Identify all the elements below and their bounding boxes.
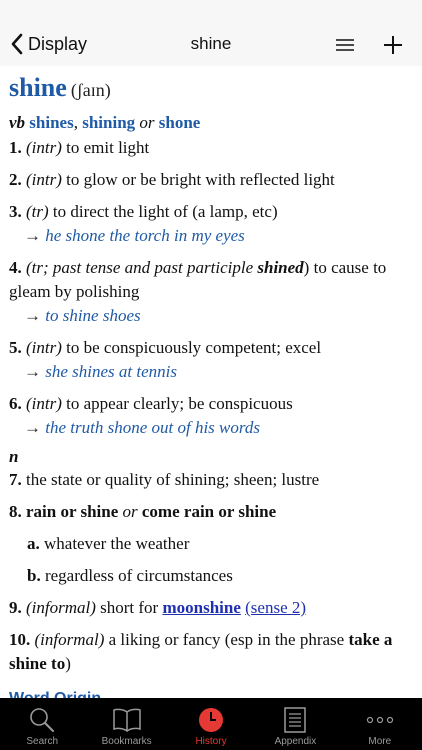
tab-appendix[interactable]: Appendix: [253, 698, 337, 750]
sense-number: 3.: [9, 202, 22, 221]
or-text: or: [122, 502, 138, 521]
noun-pos: n: [9, 447, 19, 466]
pronunciation: (ʃaɪn): [70, 80, 111, 100]
plus-icon: [384, 36, 402, 54]
document-icon: [284, 707, 307, 733]
search-icon: [30, 708, 55, 732]
example-text: he shone the torch in my eyes: [45, 226, 245, 245]
arrow-icon: →: [24, 418, 41, 437]
entry-head: shine (ʃaɪn): [9, 70, 413, 110]
sense-9: 9. (informal) short for moonshine (sense…: [9, 596, 413, 620]
sense-number: 10.: [9, 630, 31, 649]
sense-label: (intr): [26, 394, 62, 413]
sense-label: (tr): [26, 202, 49, 221]
sense-2-link[interactable]: (sense 2): [245, 598, 306, 617]
headword: shine: [9, 73, 67, 102]
book-icon: [112, 708, 141, 732]
arrow-icon: →: [24, 226, 41, 245]
example-text: she shines at tennis: [45, 362, 177, 381]
sense-number: 2.: [9, 170, 22, 189]
sense-text: to glow or be bright with reflected ligh…: [61, 170, 335, 189]
sub-sense-b: b. regardless of circumstances: [9, 564, 413, 588]
sub-sense-a: a. whatever the weather: [9, 532, 413, 556]
part-of-speech: vb: [9, 113, 26, 132]
example: → she shines at tennis: [9, 360, 413, 384]
chevron-left-icon: [11, 33, 23, 55]
phrase: rain or shine: [26, 502, 119, 521]
sense-label: (intr): [26, 338, 62, 357]
sense-1: 1. (intr) to emit light: [9, 136, 413, 160]
sense-text: to be conspicuously competent; excel: [61, 338, 322, 357]
clock-icon: [199, 708, 224, 732]
tab-bookmarks[interactable]: Bookmarks: [84, 698, 168, 750]
sense-label-bold: shined: [257, 258, 304, 277]
form-shone: shone: [158, 113, 201, 132]
add-button[interactable]: [378, 30, 408, 60]
tab-search[interactable]: Search: [0, 698, 84, 750]
example: → he shone the torch in my eyes: [9, 224, 413, 248]
sense-label: (informal): [34, 630, 105, 649]
list-icon: [336, 39, 354, 51]
menu-button[interactable]: [330, 30, 360, 60]
verb-forms: vb shines, shining or shone: [9, 112, 413, 134]
example-text: to shine shoes: [45, 306, 141, 325]
example: → the truth shone out of his words: [9, 416, 413, 440]
sense-number: 9.: [9, 598, 22, 617]
sense-5: 5. (intr) to be conspicuously competent;…: [9, 336, 413, 384]
form-shining: shining: [82, 113, 136, 132]
arrow-icon: →: [24, 306, 41, 325]
phrase: come rain or shine: [141, 502, 277, 521]
arrow-icon: →: [24, 362, 41, 381]
sense-6: 6. (intr) to appear clearly; be conspicu…: [9, 392, 413, 440]
sense-text: to emit light: [61, 138, 150, 157]
comma: ,: [73, 113, 78, 132]
tab-more[interactable]: More: [338, 698, 422, 750]
dictionary-entry: shine (ʃaɪn) vb shines, shining or shone …: [0, 66, 422, 698]
sense-4: 4. (tr; past tense and past participle s…: [9, 256, 413, 328]
tab-history[interactable]: History: [169, 698, 253, 750]
sub-sense-text: regardless of circumstances: [40, 566, 233, 585]
sense-text: to appear clearly; be conspicuous: [61, 394, 293, 413]
tab-label: Bookmarks: [101, 736, 152, 747]
or-text: or: [139, 113, 155, 132]
sense-number: 5.: [9, 338, 22, 357]
entry-content[interactable]: shine (ʃaɪn) vb shines, shining or shone …: [0, 66, 422, 698]
sense-text: the state or quality of shining; sheen; …: [21, 470, 320, 489]
sense-label: (intr): [26, 138, 62, 157]
sense-label: (informal): [26, 598, 96, 617]
tab-bar: Search Bookmarks History Appendix More: [0, 698, 422, 750]
sense-text: short for: [95, 598, 163, 617]
sub-sense-letter: a.: [27, 534, 40, 553]
tab-label: History: [195, 736, 227, 747]
sense-10: 10. (informal) a liking or fancy (esp in…: [9, 628, 413, 676]
tab-label: Search: [26, 736, 59, 747]
tab-label: More: [368, 736, 392, 747]
sense-number: 1.: [9, 138, 22, 157]
moonshine-link[interactable]: moonshine: [162, 598, 240, 617]
sense-text: to direct the light of (a lamp, etc): [48, 202, 278, 221]
sense-8: 8. rain or shine or come rain or shine: [9, 500, 413, 524]
sense-close: ): [65, 654, 71, 673]
sense-3: 3. (tr) to direct the light of (a lamp, …: [9, 200, 413, 248]
sub-sense-text: whatever the weather: [39, 534, 190, 553]
sense-label: (tr; past tense and past participle: [26, 258, 258, 277]
sense-number: 4.: [9, 258, 22, 277]
sense-number: 7.: [9, 470, 22, 489]
sense-number: 8.: [9, 502, 22, 521]
sub-sense-letter: b.: [27, 566, 41, 585]
sense-7: 7. the state or quality of shining; shee…: [9, 468, 413, 492]
example: → to shine shoes: [9, 304, 413, 328]
sense-label: (intr): [26, 170, 62, 189]
more-icon: [366, 716, 393, 724]
back-button[interactable]: Display: [10, 28, 87, 60]
tab-label: Appendix: [274, 736, 317, 747]
sense-2: 2. (intr) to glow or be bright with refl…: [9, 168, 413, 192]
sense-text: a liking or fancy (esp in the phrase: [104, 630, 349, 649]
page-title: shine: [190, 34, 232, 53]
form-shines: shines: [29, 113, 74, 132]
sense-number: 6.: [9, 394, 22, 413]
example-text: the truth shone out of his words: [45, 418, 260, 437]
back-label: Display: [28, 33, 88, 54]
word-origin-heading[interactable]: Word Origin: [9, 688, 413, 698]
